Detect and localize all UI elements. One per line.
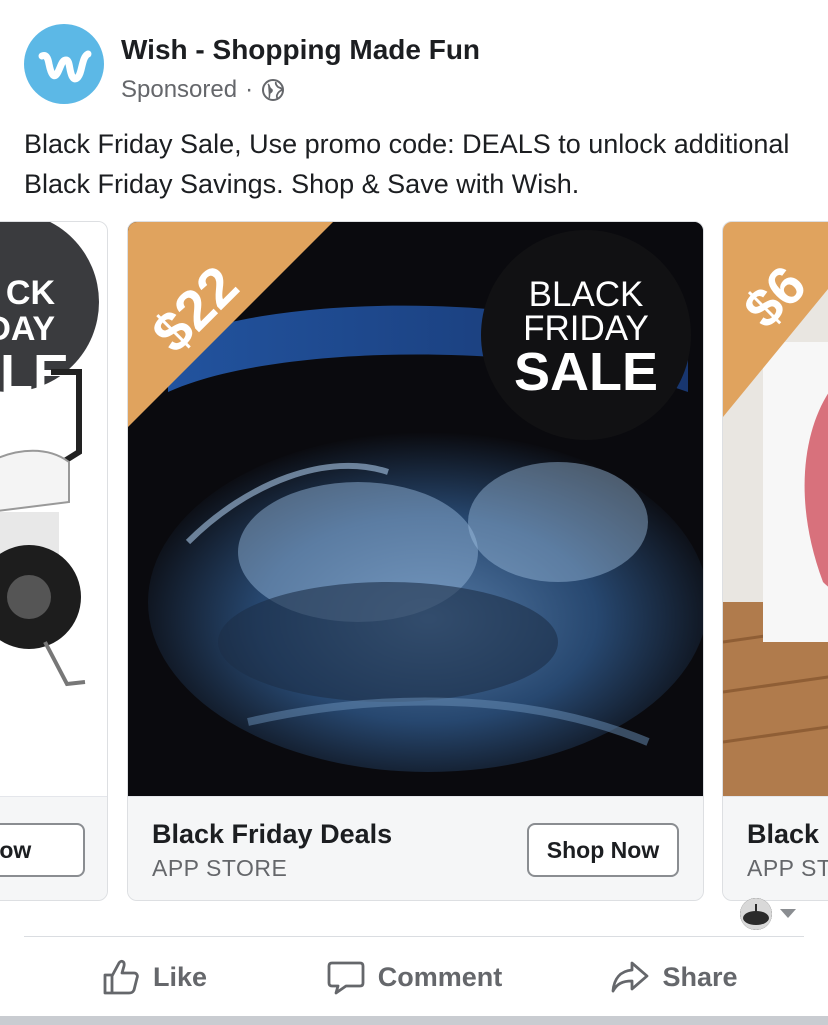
comment-icon xyxy=(327,961,365,995)
card-footer: Now xyxy=(0,796,107,900)
sale-badge-line-2: DAY xyxy=(0,310,55,348)
card-subtitle: APP ST xyxy=(747,855,828,881)
share-label: Share xyxy=(662,961,738,992)
post-text: Black Friday Sale, Use promo code: DEALS… xyxy=(24,129,790,199)
card-subtitle: APP STORE xyxy=(152,855,288,881)
like-label: Like xyxy=(152,961,208,992)
wish-logo-icon xyxy=(38,50,92,83)
comment-label: Comment xyxy=(377,961,503,992)
carousel-card-3[interactable]: $6 Black APP ST xyxy=(722,221,828,901)
product-image-scooter: CK DAY LE xyxy=(0,222,107,797)
share-button[interactable]: Share xyxy=(544,944,804,1010)
globe-icon xyxy=(262,79,285,101)
chevron-down-icon[interactable] xyxy=(778,906,798,925)
avatar-image xyxy=(740,898,772,930)
carousel-card-2[interactable]: $22 BLACK FRIDAY SALE Black Friday Deals… xyxy=(127,221,704,901)
divider xyxy=(24,936,804,937)
shop-now-button[interactable]: Now xyxy=(0,823,85,877)
like-button[interactable]: Like xyxy=(24,944,284,1010)
card-footer: Black APP ST xyxy=(723,796,828,900)
action-bar: Like Comment Share xyxy=(24,944,804,1010)
page-avatar[interactable] xyxy=(24,24,104,104)
post-meta: Sponsored · xyxy=(121,76,285,104)
product-image-ultrasound: $22 BLACK FRIDAY SALE xyxy=(128,222,703,797)
page-name-link[interactable]: Wish - Shopping Made Fun xyxy=(121,34,480,66)
card-title: Black xyxy=(747,819,820,849)
sale-badge-line-1: CK xyxy=(6,274,56,312)
card-title: Black Friday Deals xyxy=(152,819,393,849)
share-arrow-icon xyxy=(612,961,649,993)
carousel-card-1[interactable]: CK DAY LE Now xyxy=(0,221,108,901)
thumbs-up-icon xyxy=(103,959,139,995)
product-image-decor: $6 xyxy=(723,222,828,797)
comment-button[interactable]: Comment xyxy=(284,944,544,1010)
feed-separator xyxy=(0,1016,828,1025)
shop-now-button[interactable]: Shop Now xyxy=(527,823,679,877)
reaction-avatar[interactable] xyxy=(740,898,772,930)
sponsored-label[interactable]: Sponsored xyxy=(121,76,237,104)
meta-separator: · xyxy=(245,76,254,103)
sale-badge-line-3: SALE xyxy=(514,342,658,402)
card-footer: Black Friday Deals APP STORE Shop Now xyxy=(128,796,703,900)
